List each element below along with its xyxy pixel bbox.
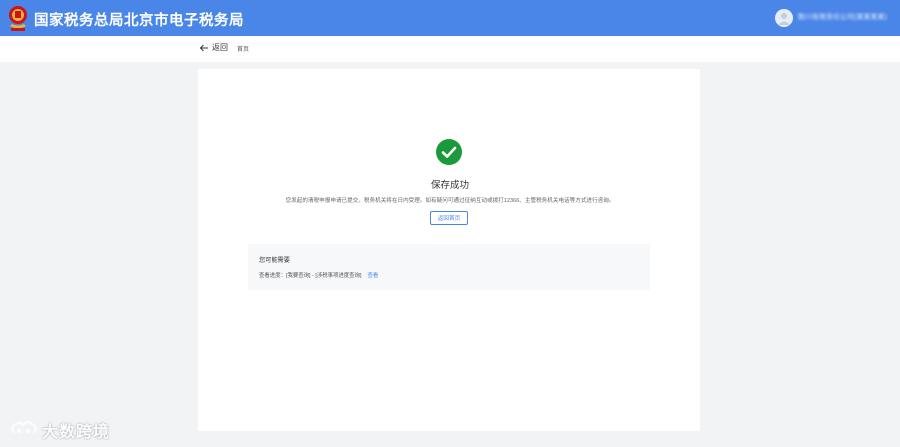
- site-title: 国家税务总局北京市电子税务局: [34, 13, 244, 29]
- user-name[interactable]: 数川有限责任公司(某某某某): [798, 12, 894, 22]
- suggestions-panel: 您可能需要 查看进度：[我要查询] - [涉税事项进度查询] 查看: [248, 244, 650, 290]
- result-title: 保存成功: [430, 180, 469, 191]
- arrow-left-icon: [199, 44, 208, 51]
- watermark-logo-icon: [11, 421, 37, 434]
- suggestion-row: 查看进度：[我要查询] - [涉税事项进度查询] 查看: [259, 271, 378, 279]
- top-header: 国家税务总局北京市电子税务局 数川有限责任公司(某某某某): [0, 0, 900, 36]
- view-progress-link[interactable]: 查看: [367, 273, 378, 279]
- tax-emblem-icon: [9, 6, 27, 31]
- check-circle-icon: [436, 139, 462, 165]
- suggestions-title: 您可能需要: [259, 257, 290, 264]
- watermark-text: 大数跨境: [42, 424, 111, 441]
- back-button[interactable]: 返回: [199, 42, 228, 53]
- breadcrumb-home[interactable]: 首页: [237, 44, 249, 53]
- result-description: 您发起的清税申报申请已提交，税务机关将在日内受理。如有疑问可通过征纳互动或拨打1…: [285, 198, 615, 204]
- progress-path: [我要查询] - [涉税事项进度查询]: [285, 273, 362, 279]
- back-label: 返回: [212, 43, 228, 52]
- user-icon: [778, 12, 790, 25]
- return-home-button[interactable]: 返回首页: [430, 211, 468, 225]
- breadcrumb-bar: 返回 首页: [0, 36, 900, 62]
- watermark: 大数跨境: [8, 418, 110, 442]
- progress-label: 查看进度：: [259, 273, 286, 279]
- user-avatar[interactable]: [775, 9, 793, 27]
